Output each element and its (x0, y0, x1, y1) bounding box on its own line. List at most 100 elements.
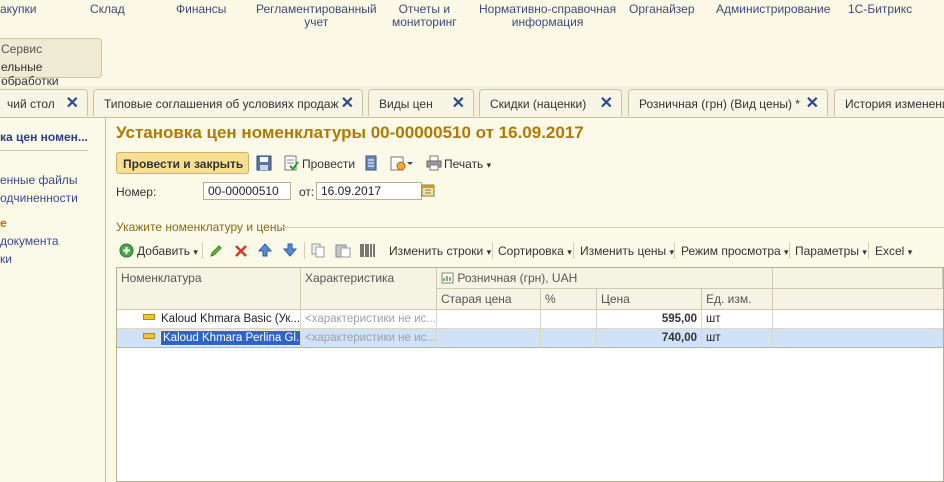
cell-characteristic[interactable]: <характеристики не ис... (301, 329, 437, 348)
row-filler (773, 329, 943, 348)
left-panel: ка цен номен... енные файлы одчиненности… (0, 118, 106, 482)
close-icon[interactable]: ✕ (452, 93, 465, 113)
cell-price[interactable]: 595,00 (597, 310, 702, 329)
nav-warehouse[interactable]: Склад (90, 3, 125, 16)
tab-desktop[interactable]: чий стол ✕ (0, 89, 88, 116)
top-menu: акупки Склад Финансы Регламентированный … (0, 0, 944, 82)
cell-unit[interactable]: шт (702, 310, 773, 329)
table-row-selected[interactable]: Kaloud Khmara Perlina Gl... <характерист… (117, 329, 943, 348)
nav-bitrix[interactable]: 1С-Битрикс (848, 3, 912, 16)
nav-administration[interactable]: Администрирование (716, 3, 830, 16)
tab-label: чий стол (7, 97, 55, 111)
cell-percent[interactable] (541, 310, 597, 329)
chevron-down-icon: ▾ (486, 247, 492, 257)
left-nav-item-attached-files[interactable]: енные файлы (0, 173, 77, 187)
tab-discounts[interactable]: Скидки (наценки) ✕ (479, 89, 622, 116)
column-header-price-group[interactable]: Розничная (грн), UAH (437, 268, 773, 289)
calendar-icon[interactable] (421, 183, 435, 197)
cell-unit[interactable]: шт (702, 329, 773, 348)
change-rows-button[interactable]: Изменить строки ▾ (389, 244, 491, 258)
copy-icon[interactable] (311, 243, 325, 258)
save-icon[interactable] (256, 155, 272, 171)
cell-item[interactable]: Kaloud Khmara Perlina Gl... (117, 329, 301, 348)
cell-characteristic[interactable]: <характеристики не ис... (301, 310, 437, 329)
paste-icon[interactable] (335, 243, 351, 258)
column-header-old-price[interactable]: Старая цена (437, 289, 541, 310)
column-header-percent[interactable]: % (541, 289, 597, 310)
cell-old-price[interactable] (437, 310, 541, 329)
create-based-on-icon[interactable] (390, 155, 414, 171)
tab-change-history[interactable]: История изменения (834, 89, 944, 116)
tab-bar: чий стол ✕ Типовые соглашения об условия… (0, 86, 944, 118)
chevron-down-icon: ▾ (486, 160, 492, 170)
column-header-item[interactable]: Номенклатура (117, 268, 301, 310)
number-label: Номер: (116, 185, 157, 199)
add-icon[interactable] (119, 243, 134, 258)
nav-regulated-accounting[interactable]: Регламентированный учет (256, 3, 377, 29)
left-nav-item-other[interactable]: ки (0, 252, 12, 266)
nav-organizer[interactable]: Органайзер (629, 3, 695, 16)
sort-button[interactable]: Сортировка ▾ (498, 244, 572, 258)
view-mode-button[interactable]: Режим просмотра ▾ (681, 244, 789, 258)
nav-purchases[interactable]: акупки (0, 3, 37, 16)
move-up-icon[interactable] (258, 243, 272, 257)
nav-finance[interactable]: Финансы (176, 3, 226, 16)
service-menu[interactable]: Сервис ельные обработки (0, 38, 102, 88)
header-filler (773, 289, 943, 310)
post-button[interactable]: Провести (302, 157, 355, 171)
post-and-close-button[interactable]: Провести и закрыть (116, 152, 249, 174)
parameters-button[interactable]: Параметры ▾ (795, 244, 867, 258)
printer-icon[interactable] (426, 155, 442, 171)
tab-label: Розничная (грн) (Вид цены) * (639, 97, 800, 111)
tab-price-types[interactable]: Виды цен ✕ (368, 89, 474, 116)
print-button[interactable]: Печать ▾ (444, 157, 491, 171)
items-table[interactable]: Номенклатура Характеристика Розничная (г… (116, 267, 944, 482)
cell-percent[interactable] (541, 329, 597, 348)
number-field[interactable] (203, 182, 291, 200)
nav-reports[interactable]: Отчеты и мониторинг (392, 3, 457, 29)
tab-label: Скидки (наценки) (490, 97, 587, 111)
close-icon[interactable]: ✕ (66, 93, 79, 113)
chevron-down-icon: ▾ (784, 247, 789, 257)
register-icon[interactable] (365, 155, 377, 171)
left-nav-item-pricing[interactable]: ка цен номен... (0, 130, 88, 144)
excel-button[interactable]: Excel ▾ (875, 244, 912, 258)
left-nav-item-subordination[interactable]: одчиненности (0, 191, 78, 205)
price-group-label: Розничная (грн), UAH (457, 271, 578, 285)
section-label: Укажите номенклатуру и цены (116, 220, 286, 234)
document-form: Установка цен номенклатуры 00-00000510 о… (106, 118, 944, 482)
column-header-characteristic[interactable]: Характеристика (301, 268, 437, 310)
column-header-price[interactable]: Цена (597, 289, 702, 310)
close-icon[interactable]: ✕ (806, 93, 819, 113)
price-type-icon (441, 272, 454, 284)
change-prices-button[interactable]: Изменить цены ▾ (580, 244, 674, 258)
edit-icon[interactable] (209, 244, 223, 258)
table-row[interactable]: Kaloud Khmara Basic (Ук... <характеристи… (117, 310, 943, 329)
page-title: Установка цен номенклатуры 00-00000510 о… (116, 123, 584, 142)
row-filler (773, 310, 943, 329)
button-label: Провести и закрыть (123, 157, 244, 171)
delete-icon[interactable] (234, 244, 248, 258)
service-item[interactable]: Сервис (1, 42, 42, 56)
post-icon[interactable] (283, 155, 299, 171)
date-field[interactable] (316, 182, 422, 200)
tab-label: Типовые соглашения об условиях продаж (104, 97, 339, 111)
tab-retail-price-type[interactable]: Розничная (грн) (Вид цены) * ✕ (628, 89, 828, 116)
left-section-header: е (0, 216, 7, 230)
item-icon (143, 333, 155, 339)
tab-sales-agreements[interactable]: Типовые соглашения об условиях продаж ✕ (93, 89, 363, 116)
chevron-down-icon: ▾ (193, 247, 198, 257)
nav-reference-info[interactable]: Нормативно-справочная информация (479, 3, 616, 29)
cell-old-price[interactable] (437, 329, 541, 348)
header-filler (773, 268, 943, 289)
barcode-icon[interactable] (360, 243, 376, 258)
close-icon[interactable]: ✕ (341, 93, 354, 113)
cell-item[interactable]: Kaloud Khmara Basic (Ук... (117, 310, 301, 329)
chevron-down-icon: ▾ (862, 247, 867, 257)
move-down-icon[interactable] (283, 243, 297, 257)
add-button[interactable]: Добавить ▾ (137, 244, 198, 258)
left-nav-item-document[interactable]: документа (0, 234, 59, 248)
close-icon[interactable]: ✕ (600, 93, 613, 113)
cell-price[interactable]: 740,00 (597, 329, 702, 348)
column-header-unit[interactable]: Ед. изм. (702, 289, 773, 310)
